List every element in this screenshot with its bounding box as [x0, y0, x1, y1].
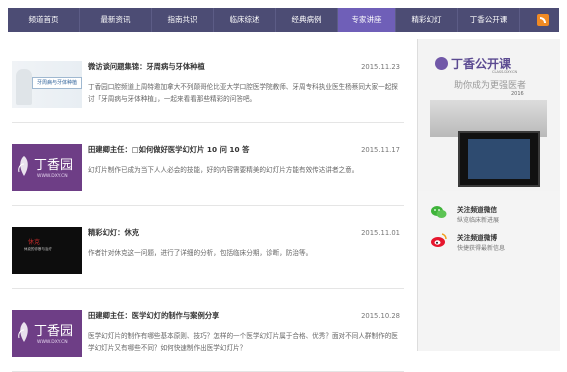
- nav-guidelines[interactable]: 指南共识: [152, 8, 214, 32]
- article-title[interactable]: 精彩幻灯：休克: [88, 228, 139, 238]
- list-item: 丁香园 WWW.DXY.CN 田建卿主任：□如何做好医学幻灯片 10 问 10 …: [12, 131, 404, 206]
- dxy-logo-icon: [18, 322, 28, 342]
- article-summary: 医学幻灯片的制作有哪些基本原则、技巧？怎样的一个医学幻灯片属于合格、优秀？面对不…: [88, 332, 398, 352]
- open-class-ad-banner[interactable]: 丁香公开课 CLASS.DXY.CN 助你成为更强医者 2016: [418, 39, 560, 191]
- article-title[interactable]: 田建卿主任：□如何做好医学幻灯片 10 问 10 答: [88, 145, 249, 155]
- thumbnail-caption: 牙周病与牙体种植: [32, 77, 82, 89]
- article-thumbnail[interactable]: 丁香园 WWW.DXY.CN: [12, 144, 82, 191]
- follow-weibo[interactable]: 关注频道微博 快捷获得最新信息: [430, 231, 556, 253]
- article-thumbnail[interactable]: 牙周病与牙体种植: [12, 61, 82, 108]
- follow-wechat-subtitle: 纵览临床新进展: [457, 217, 500, 224]
- ad-slogan: 助你成为更强医者: [454, 81, 527, 91]
- follow-wechat-title: 关注频道微信: [457, 206, 498, 214]
- ad-url: CLASS.DXY.CN: [492, 70, 518, 74]
- article-thumbnail[interactable]: 休克 休克的诊断与治疗: [12, 227, 82, 274]
- weibo-icon: [431, 233, 447, 247]
- thumbnail-logo-url: WWW.DXY.CN: [37, 340, 68, 345]
- tablet-image: [458, 131, 540, 187]
- article-summary: 作者针对休克这一问题，进行了详细的分析，包括临床分期，诊断，防治等。: [88, 249, 313, 257]
- nav-clinical-review[interactable]: 临床综述: [214, 8, 276, 32]
- article-date: 2015.10.28: [361, 312, 400, 320]
- nav-slides[interactable]: 精彩幻灯: [396, 8, 458, 32]
- dxy-logo-icon: [18, 156, 28, 176]
- person-icon: [16, 69, 32, 105]
- thumbnail-logo-url: WWW.DXY.CN: [37, 174, 68, 179]
- thumbnail-subtitle: 休克的诊断与治疗: [24, 247, 52, 251]
- wechat-icon: [431, 206, 447, 218]
- list-item: 丁香园 WWW.DXY.CN 田建卿主任：医学幻灯的制作与案例分享 2015.1…: [12, 297, 404, 372]
- article-date: 2015.11.01: [361, 229, 400, 237]
- play-icon: [435, 57, 448, 70]
- thumbnail-logo-text: 丁香园: [34, 158, 74, 173]
- article-date: 2015.11.17: [361, 146, 400, 154]
- nav-home[interactable]: 频道首页: [8, 8, 80, 32]
- ad-year: 2016: [511, 91, 524, 97]
- sidebar: 丁香公开课 CLASS.DXY.CN 助你成为更强医者 2016 关注频道微信 …: [417, 39, 560, 351]
- article-title[interactable]: 田建卿主任：医学幻灯的制作与案例分享: [88, 311, 219, 321]
- nav-news[interactable]: 最新资讯: [80, 8, 152, 32]
- nav-open-class[interactable]: 丁香公开课: [458, 8, 520, 32]
- article-thumbnail[interactable]: 丁香园 WWW.DXY.CN: [12, 310, 82, 357]
- article-summary: 丁香园口腔频道上周特邀加拿大不列颠哥伦比亚大学口腔医学院教师、牙周专科执业医生杨…: [88, 83, 398, 103]
- main-nav: 频道首页 最新资讯 指南共识 临床综述 经典病例 专家讲座 精彩幻灯 丁香公开课: [8, 8, 559, 32]
- list-item: 牙周病与牙体种植 微访谈问题集锦：牙周病与牙体种植 2015.11.23 丁香园…: [12, 48, 404, 123]
- article-title[interactable]: 微访谈问题集锦：牙周病与牙体种植: [88, 62, 205, 72]
- nav-classic-cases[interactable]: 经典病例: [276, 8, 338, 32]
- thumbnail-title: 休克: [28, 239, 41, 246]
- article-date: 2015.11.23: [361, 63, 400, 71]
- list-item: 休克 休克的诊断与治疗 精彩幻灯：休克 2015.11.01 作者针对休克这一问…: [12, 214, 404, 289]
- rss-icon[interactable]: [537, 14, 549, 26]
- thumbnail-logo-text: 丁香园: [34, 324, 74, 339]
- follow-weibo-title: 关注频道微博: [457, 234, 498, 242]
- nav-expert-lectures[interactable]: 专家讲座: [338, 8, 396, 32]
- article-list: 牙周病与牙体种植 微访谈问题集锦：牙周病与牙体种植 2015.11.23 丁香园…: [12, 40, 404, 372]
- follow-wechat[interactable]: 关注频道微信 纵览临床新进展: [430, 203, 556, 225]
- article-summary: 幻灯片制作已成为当下人人必会的技能，好的内容需要精美的幻灯片方能有效传达讲者之意…: [88, 166, 359, 174]
- follow-weibo-subtitle: 快捷获得最新信息: [457, 245, 506, 252]
